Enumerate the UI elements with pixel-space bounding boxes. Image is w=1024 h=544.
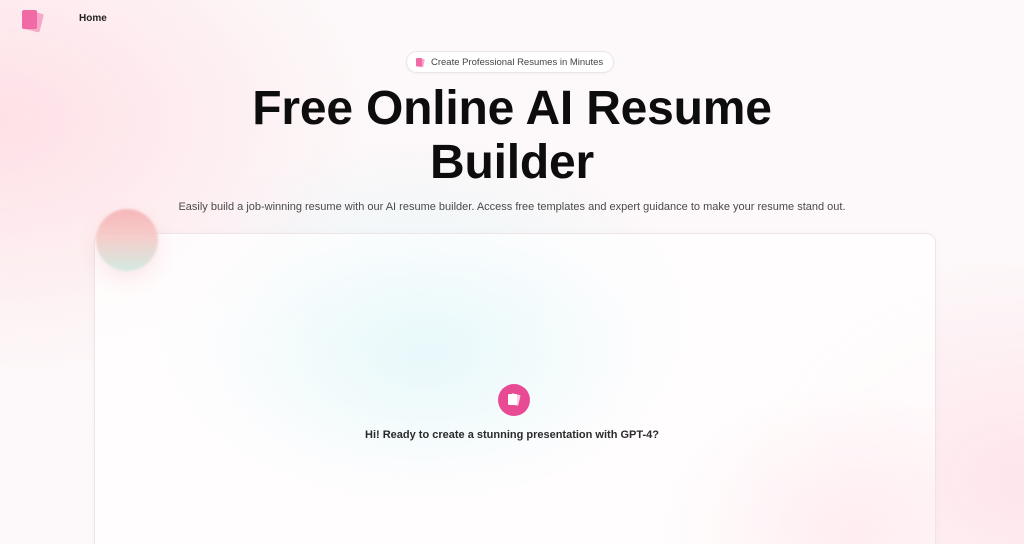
top-navigation: Home [0, 0, 1024, 40]
logo-icon[interactable] [20, 8, 46, 34]
hero-badge: Create Professional Resumes in Minutes [406, 51, 615, 73]
pages-icon [508, 393, 521, 406]
nav-home-link[interactable]: Home [79, 13, 107, 24]
page-title: Free Online AI Resume Builder [252, 82, 772, 189]
assistant-avatar [498, 384, 530, 416]
assistant-greeting: Hi! Ready to create a stunning presentat… [365, 429, 659, 441]
hero-subtitle: Easily build a job-winning resume with o… [178, 201, 846, 213]
decorative-orb [96, 209, 158, 271]
badge-text: Create Professional Resumes in Minutes [431, 56, 604, 68]
pages-icon [416, 57, 425, 67]
